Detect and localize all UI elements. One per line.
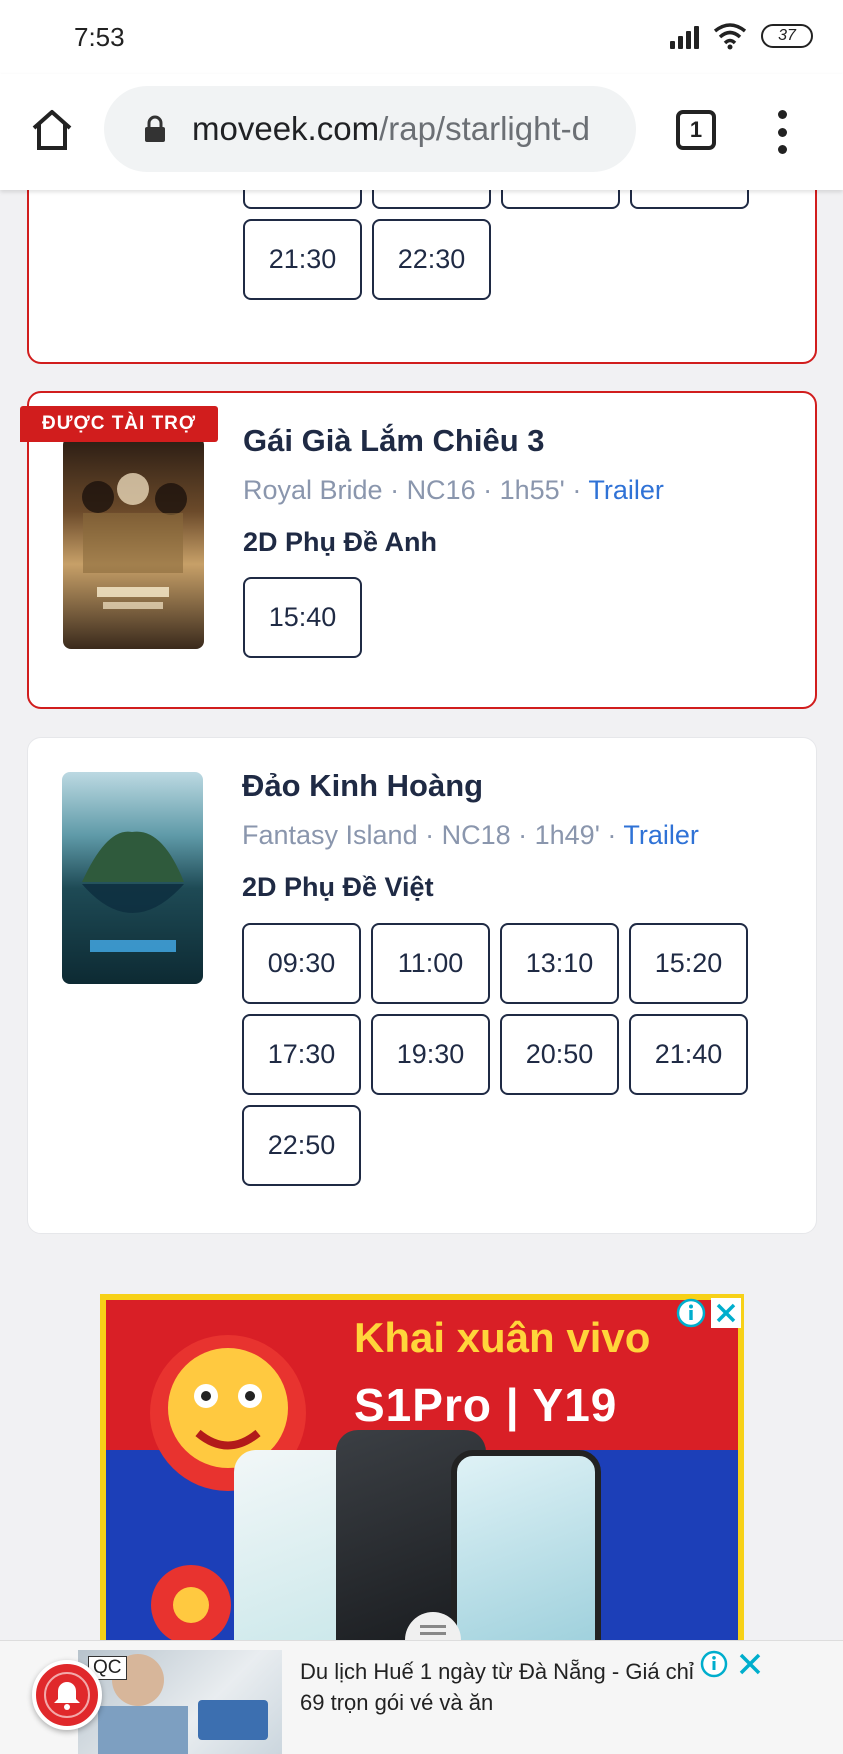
bottom-ad-info-icon[interactable]: [700, 1650, 728, 1678]
movie-poster[interactable]: [63, 437, 204, 649]
bottom-ad-text[interactable]: Du lịch Huế 1 ngày từ Đà Nẵng - Giá chỉ …: [300, 1656, 704, 1718]
showtime-button[interactable]: 15:20: [629, 923, 748, 1004]
poster-art: [82, 831, 184, 952]
showtime-button[interactable]: 22:50: [242, 1105, 361, 1186]
showtime-button[interactable]: 15:40: [243, 577, 362, 658]
battery-indicator: 37: [761, 24, 813, 48]
showtime-button[interactable]: 22:30: [372, 219, 491, 300]
showtime-button[interactable]: 19:30: [371, 1014, 490, 1095]
screening-format: 2D Phụ Đề Việt: [242, 872, 434, 902]
movie-poster[interactable]: [62, 772, 203, 984]
ad-info-icon[interactable]: [676, 1298, 706, 1328]
poster-art: [82, 473, 187, 609]
original-title: Fantasy Island: [242, 820, 418, 850]
home-icon[interactable]: [28, 106, 76, 154]
bottom-ad-close-icon[interactable]: [736, 1650, 764, 1678]
status-bar: 7:53 37: [0, 0, 843, 74]
showtime-button[interactable]: 21:40: [629, 1014, 748, 1095]
status-icons: 37: [670, 22, 813, 50]
showtime-button[interactable]: 17:30: [242, 1014, 361, 1095]
showtime-button[interactable]: 21:30: [243, 219, 362, 300]
movie-meta: Royal Bride · NC16 · 1h55' · Trailer: [243, 475, 664, 505]
showtime-button[interactable]: 09:30: [242, 923, 361, 1004]
showtime-button[interactable]: 11:00: [371, 923, 490, 1004]
ad-models: S1Pro | Y19: [354, 1379, 618, 1431]
trailer-link[interactable]: Trailer: [588, 475, 664, 505]
url-path: /rap/starlight-d: [379, 110, 590, 147]
original-title: Royal Bride: [243, 475, 383, 505]
duration: 1h55': [499, 475, 565, 505]
ad-headline: Khai xuân vivo: [354, 1314, 651, 1361]
lock-icon: [145, 115, 165, 142]
url-text: moveek.com/rap/starlight-d: [192, 110, 590, 148]
wifi-icon: [713, 23, 747, 50]
showtime-button[interactable]: 20:50: [500, 1014, 619, 1095]
ad-close-icon[interactable]: [711, 1298, 741, 1328]
movie-card-dao-kinh-hoang: Đảo Kinh Hoàng Fantasy Island · NC18 · 1…: [27, 737, 817, 1234]
trailer-link[interactable]: Trailer: [623, 820, 699, 850]
showtime-button[interactable]: 13:10: [500, 923, 619, 1004]
browser-toolbar: moveek.com/rap/starlight-d 1: [0, 74, 843, 190]
duration: 1h49': [534, 820, 600, 850]
showtime-grid: 09:30 11:00 13:10 15:20 17:30 19:30 20:5…: [242, 923, 748, 1186]
url-host: moveek.com: [192, 110, 380, 147]
tab-switcher-button[interactable]: 1: [676, 110, 716, 150]
movie-title[interactable]: Gái Già Lắm Chiêu 3: [243, 423, 544, 459]
bell-icon: [44, 1672, 90, 1718]
notification-bell-button[interactable]: [32, 1660, 102, 1730]
sponsored-badge: ĐƯỢC TÀI TRỢ: [20, 406, 219, 442]
address-bar[interactable]: moveek.com/rap/starlight-d: [104, 86, 636, 172]
more-menu-icon[interactable]: [772, 110, 792, 154]
age-rating: NC16: [406, 475, 476, 505]
showtime-grid: 15:40: [243, 577, 749, 658]
signal-icon: [670, 23, 699, 49]
screening-format: 2D Phụ Đề Anh: [243, 527, 438, 557]
movie-meta: Fantasy Island · NC18 · 1h49' · Trailer: [242, 820, 699, 850]
status-time: 7:53: [74, 22, 125, 52]
movie-title[interactable]: Đảo Kinh Hoàng: [242, 768, 483, 804]
age-rating: NC18: [441, 820, 511, 850]
